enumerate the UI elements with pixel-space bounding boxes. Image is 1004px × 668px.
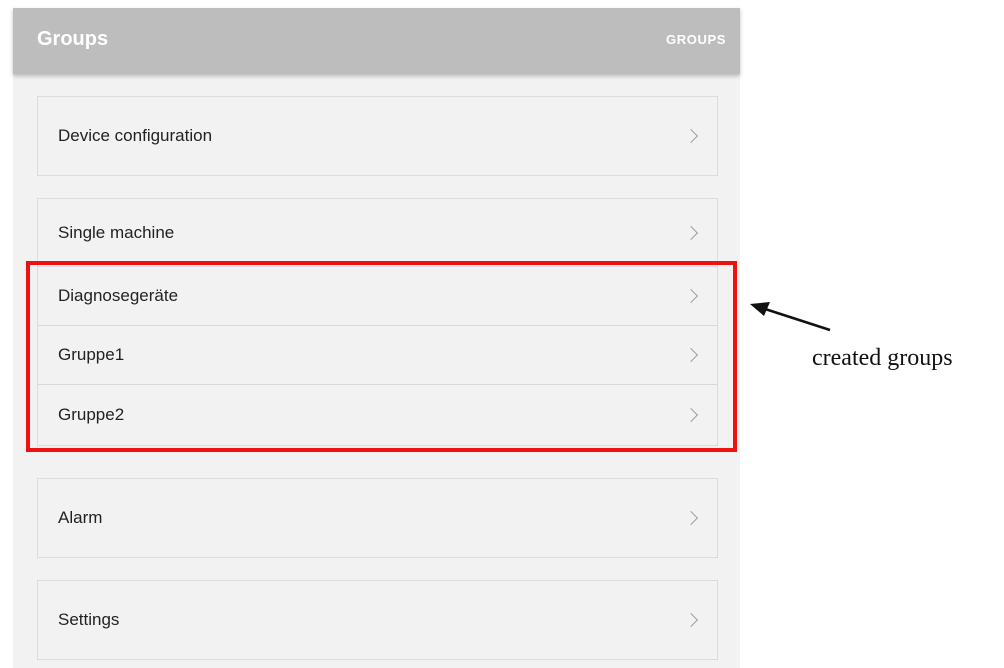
device-configuration-card: Device configuration [37, 96, 718, 176]
menu-item-single-machine[interactable]: Single machine [38, 199, 717, 267]
chevron-right-icon [683, 288, 699, 304]
chevron-right-icon [683, 407, 699, 423]
menu-item-label: Single machine [58, 222, 175, 242]
group-item-label: Gruppe1 [58, 345, 125, 364]
settings-card: Settings [37, 580, 718, 660]
chevron-right-icon [683, 347, 699, 363]
annotation-text: created groups [812, 345, 953, 371]
page-title: Groups [37, 28, 109, 50]
chevron-right-icon [683, 510, 699, 526]
menu-item-label: Settings [58, 610, 120, 629]
single-machine-card: Single machine Diagnosegeräte Gruppe1 Gr… [37, 198, 718, 446]
group-item-diagnosegerate[interactable]: Diagnosegeräte [38, 267, 717, 326]
chevron-right-icon [683, 612, 699, 628]
group-item-label: Diagnosegeräte [58, 286, 179, 305]
groups-action-button[interactable]: GROUPS [666, 32, 726, 47]
annotation-arrow-icon [750, 302, 831, 332]
menu-item-label: Device configuration [58, 126, 213, 145]
app-header: Groups GROUPS [13, 8, 740, 74]
menu-item-settings[interactable]: Settings [38, 581, 717, 659]
alarm-card: Alarm [37, 478, 718, 558]
menu-item-label: Alarm [58, 508, 103, 527]
chevron-right-icon [683, 128, 699, 144]
menu-item-alarm[interactable]: Alarm [38, 479, 717, 557]
chevron-right-icon [683, 225, 699, 240]
group-item-gruppe1[interactable]: Gruppe1 [38, 326, 717, 385]
menu-item-device-configuration[interactable]: Device configuration [38, 97, 717, 175]
group-item-label: Gruppe2 [58, 405, 125, 424]
groups-screen: Groups GROUPS Device configuration Singl… [13, 8, 740, 668]
group-item-gruppe2[interactable]: Gruppe2 [38, 385, 717, 445]
